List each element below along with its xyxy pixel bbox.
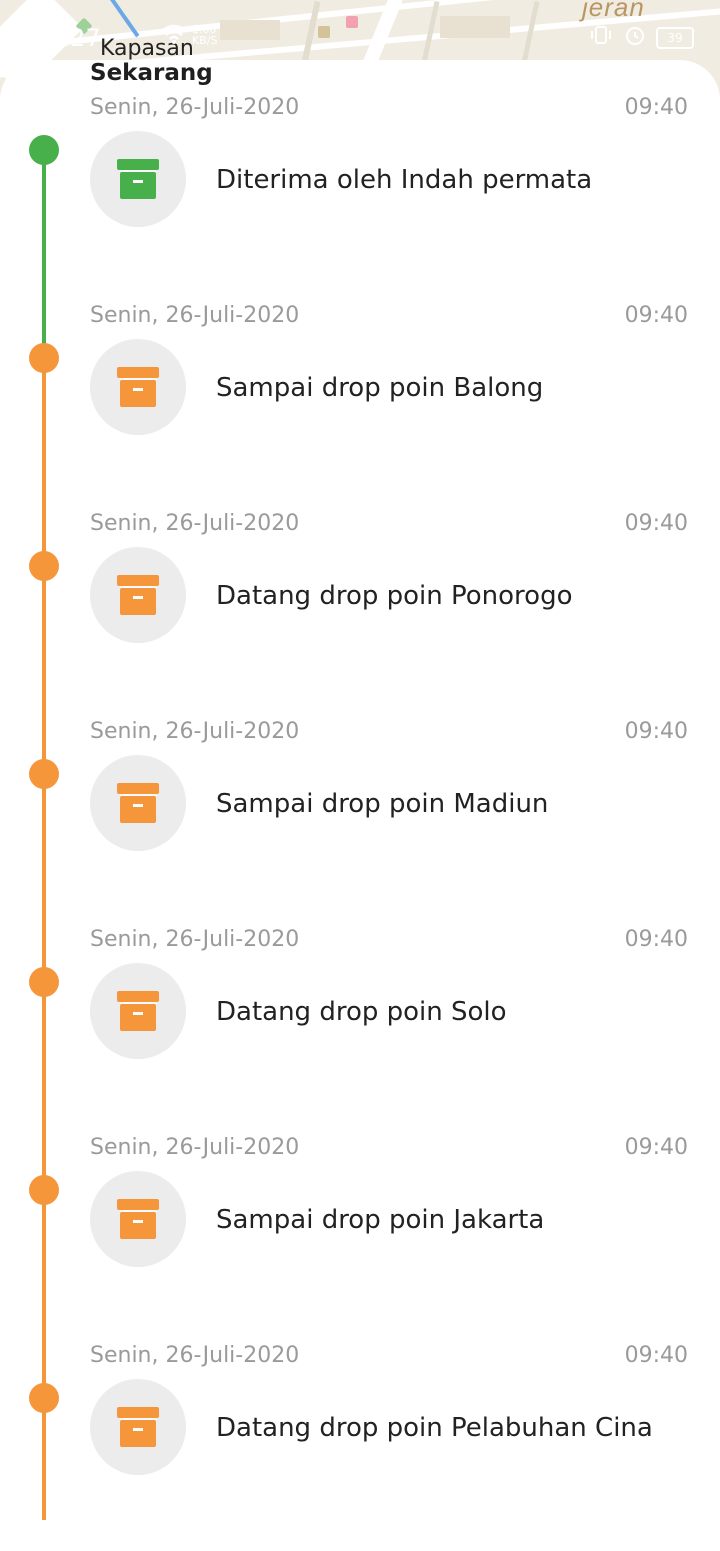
alarm-icon: [624, 24, 646, 52]
timeline-label: Datang drop poin Pelabuhan Cina: [216, 1413, 653, 1443]
timeline-item[interactable]: Senin, 26-Juli-2020 09:40 Sampai drop poin…: [0, 719, 720, 927]
wifi-icon: [160, 24, 188, 50]
timeline-time: 09:40: [624, 927, 688, 952]
status-time: 13.27: [32, 24, 101, 52]
timeline-item[interactable]: Senin, 26-Juli-2020 09:40 Sampai drop poin…: [0, 1135, 720, 1343]
timeline-label: Datang drop poin Ponorogo: [216, 581, 573, 611]
timeline-time: 09:40: [624, 1135, 688, 1160]
timeline-time: 09:40: [624, 719, 688, 744]
timeline-dot: [29, 1175, 59, 1205]
timeline-label: Sampai drop poin Jakarta: [216, 1205, 545, 1235]
network-speed: 1.00 KB/S: [192, 24, 217, 46]
archive-box-icon: [90, 1171, 186, 1267]
timeline-time: 09:40: [624, 511, 688, 536]
timeline-dot: [29, 759, 59, 789]
timeline-dot: [29, 967, 59, 997]
timeline-date: Senin, 26-Juli-2020: [90, 1343, 300, 1368]
timeline-time: 09:40: [624, 1343, 688, 1368]
archive-box-icon: [90, 339, 186, 435]
timeline-dot: [29, 1383, 59, 1413]
timeline-time: 09:40: [624, 95, 688, 120]
timeline-date: Senin, 26-Juli-2020: [90, 719, 300, 744]
timeline-date: Senin, 26-Juli-2020: [90, 95, 300, 120]
timeline-label: Sampai drop poin Balong: [216, 373, 544, 403]
timeline-item[interactable]: Senin, 26-Juli-2020 09:40 Diterima oleh In…: [0, 95, 720, 303]
timeline-item[interactable]: Senin, 26-Juli-2020 09:40 Datang drop poin…: [0, 511, 720, 719]
timeline-date: Senin, 26-Juli-2020: [90, 303, 300, 328]
timeline-date: Senin, 26-Juli-2020: [90, 1135, 300, 1160]
archive-box-icon: [90, 755, 186, 851]
timeline-dot: [29, 343, 59, 373]
timeline-date: Senin, 26-Juli-2020: [90, 927, 300, 952]
archive-box-icon: [90, 1379, 186, 1475]
timeline-item[interactable]: Senin, 26-Juli-2020 09:40 Datang drop poin…: [0, 927, 720, 1135]
timeline-label: Diterima oleh Indah permata: [216, 165, 593, 195]
archive-box-icon: [90, 547, 186, 643]
timeline-label: Datang drop poin Solo: [216, 997, 507, 1027]
timeline-item[interactable]: Senin, 26-Juli-2020 09:40 Sampai drop poin…: [0, 303, 720, 511]
timeline-dot: [29, 551, 59, 581]
timeline-label: Sampai drop poin Madiun: [216, 789, 549, 819]
timeline-dot: [29, 135, 59, 165]
archive-box-icon: [90, 963, 186, 1059]
sheet-title: Sekarang: [90, 60, 213, 86]
archive-box-icon: [90, 131, 186, 227]
vibrate-icon: [588, 25, 614, 51]
timeline-date: Senin, 26-Juli-2020: [90, 511, 300, 536]
status-icons: 39: [588, 24, 694, 52]
battery-icon: 39: [656, 27, 694, 49]
timeline-time: 09:40: [624, 303, 688, 328]
network-speed-unit: KB/S: [192, 34, 218, 47]
tracking-sheet: Sekarang Senin, 26-Juli-2020 09:40 Diterim…: [0, 60, 720, 1530]
